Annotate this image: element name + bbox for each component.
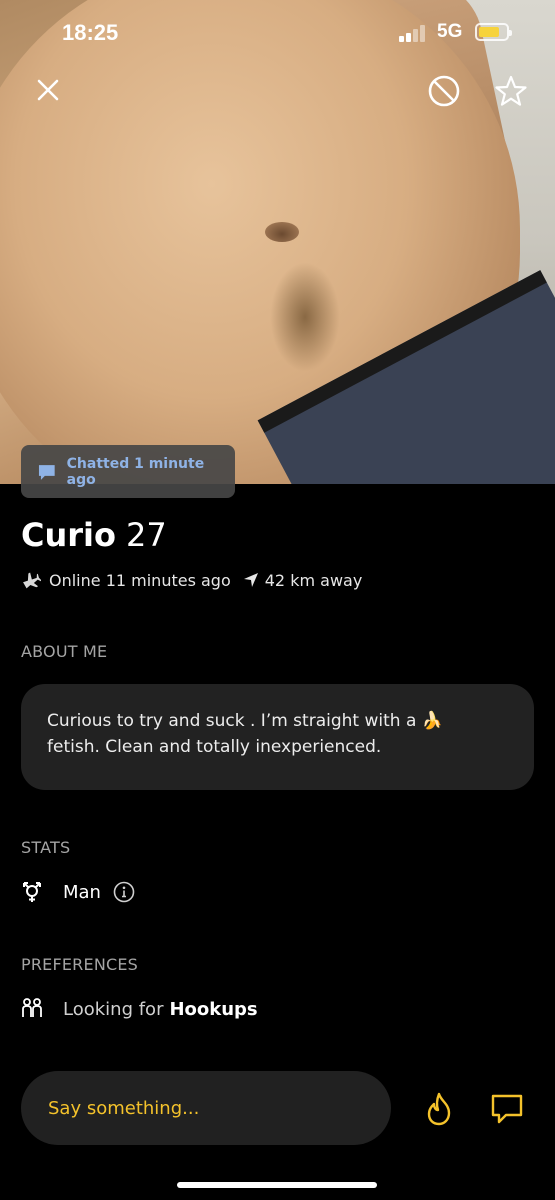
distance: 42 km away — [264, 570, 363, 590]
location-arrow-icon — [243, 573, 258, 587]
about-card: Curious to try and suck . I’m straight w… — [21, 684, 534, 790]
preferences-section-title: PREFERENCES — [21, 955, 139, 974]
flame-icon — [427, 1092, 451, 1126]
gender-value: Man — [63, 881, 101, 903]
message-input-placeholder: Say something... — [48, 1097, 200, 1119]
star-icon — [495, 75, 527, 106]
block-button[interactable] — [423, 70, 465, 112]
looking-for-row: Looking for Hookups — [21, 997, 258, 1021]
people-icon — [22, 998, 42, 1017]
home-indicator[interactable] — [177, 1182, 377, 1188]
about-section-title: ABOUT ME — [21, 642, 108, 661]
gender-icon — [23, 882, 41, 902]
about-text-line-2: fetish. Clean and totally inexperienced. — [47, 737, 382, 757]
plane-icon — [23, 572, 41, 589]
profile-name: Curio — [21, 516, 116, 554]
stats-gender-row: Man — [21, 880, 135, 904]
battery-icon — [475, 23, 512, 41]
message-input[interactable]: Say something... — [21, 1071, 391, 1145]
chatted-badge: Chatted 1 minute ago — [21, 445, 235, 498]
stats-section-title: STATS — [21, 838, 71, 857]
close-icon — [37, 79, 59, 101]
info-icon — [113, 881, 135, 903]
network-type: 5G — [437, 21, 463, 42]
profile-meta: Online 11 minutes ago 42 km away — [21, 570, 362, 590]
online-status: Online 11 minutes ago — [49, 570, 231, 590]
gender-info-button[interactable] — [113, 881, 135, 903]
photo-detail — [265, 222, 299, 242]
message-icon — [491, 1094, 523, 1124]
chat-bubble-icon — [38, 464, 55, 480]
looking-for-prefix: Looking for — [63, 998, 164, 1020]
photo-detail-shadow — [270, 262, 340, 372]
profile-header: Curio 27 — [21, 516, 167, 554]
status-bar: 18:25 5G — [0, 0, 555, 64]
profile-age: 27 — [126, 516, 167, 554]
chat-button[interactable] — [486, 1088, 528, 1130]
profile-photo[interactable] — [0, 0, 555, 484]
looking-for-value: Hookups — [169, 998, 258, 1020]
favorite-button[interactable] — [490, 70, 532, 112]
signal-icon — [399, 24, 429, 42]
block-icon — [428, 75, 460, 107]
tap-button[interactable] — [418, 1088, 460, 1130]
status-time: 18:25 — [62, 20, 119, 45]
close-button[interactable] — [28, 70, 68, 110]
chatted-text: Chatted 1 minute ago — [66, 455, 205, 488]
about-text-line-1: Curious to try and suck . I’m straight w… — [47, 711, 443, 731]
